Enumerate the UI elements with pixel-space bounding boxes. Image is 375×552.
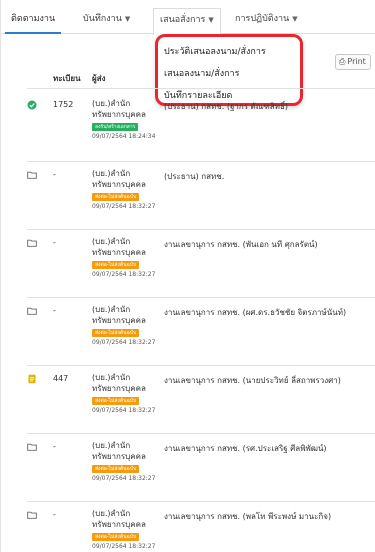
- status-badge: ส่งต่อ-ไม่ส่งต้นฉบับ: [92, 329, 140, 337]
- page-frame: ติดตามงาน บันทึกงาน ▼ เสนอสั่งการ ▼ การปฏิ…: [0, 0, 375, 552]
- sender-line2: ทรัพยากรบุคคล: [92, 452, 146, 461]
- row-timestamp: 09/07/2564 18:32:27: [92, 475, 156, 482]
- row-recipient: (ประธาน) กสทช.: [164, 172, 225, 181]
- tab-record-work[interactable]: บันทึกงาน ▼: [77, 8, 136, 34]
- sender-line2: ทรัพยากรบุคคล: [92, 316, 146, 325]
- caret-down-icon: ▼: [124, 15, 131, 23]
- header-divider: [27, 88, 375, 89]
- row-recipient: งานเลขานุการ กสทช. (พันเอก นที ศุกลรัตน์…: [164, 240, 318, 249]
- tab-label: การปฏิบัติงาน: [235, 14, 290, 24]
- folder-icon: [27, 170, 37, 180]
- row-divider: [27, 365, 375, 366]
- caret-down-icon: ▼: [292, 15, 298, 23]
- row-divider: [27, 297, 375, 298]
- status-badge: ส่งต่อ-ไม่ส่งต้นฉบับ: [92, 193, 140, 201]
- folder-icon: [27, 442, 37, 452]
- printer-icon: ⎙: [339, 57, 346, 66]
- print-button[interactable]: ⎙ Print: [335, 54, 371, 70]
- row-sender: (บย.)สำนัก ทรัพยากรบุคคล ส่งต่อ-ไม่ส่งต้…: [92, 440, 156, 483]
- folder-icon: [27, 238, 37, 248]
- row-number: -: [53, 238, 56, 247]
- tab-label: ติดตามงาน: [11, 14, 56, 24]
- print-label: Print: [347, 57, 366, 66]
- folder-icon: [27, 510, 37, 520]
- check-circle-icon: [27, 100, 37, 110]
- row-recipient: (ประธาน) กสทช. (ฐากร ตัณฑสิทธิ์): [164, 102, 288, 111]
- status-badge: ส่งต่อ-ไม่ส่งต้นฉบับ: [92, 533, 140, 541]
- sender-line1: (บย.)สำนัก: [92, 237, 131, 246]
- document-icon: [27, 374, 37, 384]
- tab-tracking[interactable]: ติดตามงาน: [5, 8, 62, 34]
- sender-line1: (บย.)สำนัก: [92, 373, 131, 382]
- row-number: -: [53, 170, 56, 179]
- status-badge: ลงรับ/สร้างเอกสาร: [92, 123, 139, 131]
- tab-label: เสนอสั่งการ: [160, 15, 206, 25]
- row-sender: (บย.)สำนัก ทรัพยากรบุคคล ส่งต่อ-ไม่ส่งต้…: [92, 236, 156, 279]
- sender-line2: ทรัพยากรบุคคล: [92, 180, 146, 189]
- folder-icon: [27, 306, 37, 316]
- row-timestamp: 09/07/2564 18:32:27: [92, 407, 156, 414]
- row-timestamp: 09/07/2564 18:32:27: [92, 203, 156, 210]
- row-sender: (บย.)สำนัก ทรัพยากรบุคคล ส่งต่อ-ไม่ส่งต้…: [92, 508, 156, 551]
- sender-line1: (บย.)สำนัก: [92, 305, 131, 314]
- row-number: -: [53, 442, 56, 451]
- row-divider: [27, 501, 375, 502]
- row-divider: [27, 229, 375, 230]
- menu-item-proposal-history[interactable]: ประวัติเสนอลงนาม/สั่งการ: [164, 44, 266, 58]
- status-badge: ส่งต่อ-ไม่ส่งต้นฉบับ: [92, 261, 140, 269]
- row-timestamp: 09/07/2564 18:32:27: [92, 543, 156, 550]
- row-sender: (บย.)สำนัก ทรัพยากรบุคคล ส่งต่อ-ไม่ส่งต้…: [92, 304, 156, 347]
- sender-line1: (บย.)สำนัก: [92, 509, 131, 518]
- row-sender: (บย.)สำนัก ทรัพยากรบุคคล ส่งต่อ-ไม่ส่งต้…: [92, 168, 156, 211]
- row-divider: [27, 433, 375, 434]
- header-sender: ผู้ส่ง: [92, 74, 106, 83]
- row-sender: (บย.)สำนัก ทรัพยากรบุคคล ลงรับ/สร้างเอกส…: [92, 98, 156, 141]
- row-number: -: [53, 510, 56, 519]
- row-recipient: งานเลขานุการ กสทช. (รศ.ประเสริฐ ศีลพิพัฒ…: [164, 444, 327, 453]
- sender-line1: (บย.)สำนัก: [92, 99, 131, 108]
- sender-line2: ทรัพยากรบุคคล: [92, 248, 146, 257]
- menu-item-propose-sign[interactable]: เสนอลงนาม/สั่งการ: [164, 66, 239, 80]
- tab-bar: ติดตามงาน บันทึกงาน ▼ เสนอสั่งการ ▼ การปฏิ…: [1, 8, 375, 35]
- tab-operations[interactable]: การปฏิบัติงาน ▼: [229, 8, 304, 34]
- row-number: 1752: [53, 100, 74, 109]
- row-recipient: งานเลขานุการ กสทช. (ผศ.ดร.ธวัชชัย จิตรภา…: [164, 308, 347, 317]
- sender-line2: ทรัพยากรบุคคล: [92, 520, 146, 529]
- sender-line2: ทรัพยากรบุคคล: [92, 110, 146, 119]
- row-timestamp: 09/07/2564 18:24:34: [92, 133, 156, 140]
- status-badge: ส่งต่อ-ไม่ส่งต้นฉบับ: [92, 397, 140, 405]
- tab-label: บันทึกงาน: [83, 14, 122, 24]
- sender-line2: ทรัพยากรบุคคล: [92, 384, 146, 393]
- row-number: -: [53, 306, 56, 315]
- sender-line1: (บย.)สำนัก: [92, 169, 131, 178]
- tab-propose-order[interactable]: เสนอสั่งการ ▼: [153, 8, 221, 35]
- row-sender: (บย.)สำนัก ทรัพยากรบุคคล ส่งต่อ-ไม่ส่งต้…: [92, 372, 156, 415]
- header-number: ทะเบียน: [53, 74, 81, 83]
- row-recipient: งานเลขานุการ กสทช. (นายประวิทย์ ลี่สถาพร…: [164, 376, 341, 385]
- row-divider: [27, 161, 375, 162]
- row-recipient: งานเลขานุการ กสทช. (พลโท พีระพงษ์ มานะกิ…: [164, 512, 332, 521]
- row-timestamp: 09/07/2564 18:32:27: [92, 339, 156, 346]
- sender-line1: (บย.)สำนัก: [92, 441, 131, 450]
- row-timestamp: 09/07/2564 18:32:27: [92, 271, 156, 278]
- status-badge: ส่งต่อ-ไม่ส่งต้นฉบับ: [92, 465, 140, 473]
- propose-order-dropdown-menu: ประวัติเสนอลงนาม/สั่งการ เสนอลงนาม/สั่งก…: [155, 34, 303, 106]
- row-number: 447: [53, 374, 69, 383]
- caret-down-icon: ▼: [208, 16, 214, 24]
